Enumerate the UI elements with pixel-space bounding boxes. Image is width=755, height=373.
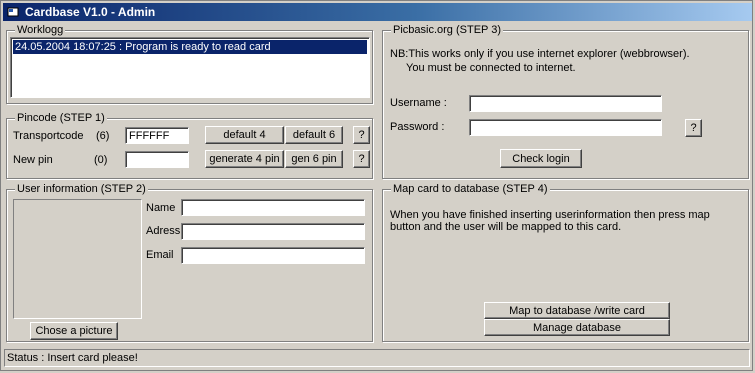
transportcode-count: (6) <box>96 130 110 142</box>
user-picture-box <box>13 199 142 319</box>
picbasic-note-line1: NB:This works only if you use internet e… <box>390 48 690 60</box>
map-to-database-button[interactable]: Map to database /write card <box>484 302 670 319</box>
new-pin-count: (0) <box>94 154 108 166</box>
transportcode-label: Transportcode <box>13 130 84 142</box>
email-input[interactable] <box>181 247 365 264</box>
map-card-legend: Map card to database (STEP 4) <box>391 182 550 196</box>
new-pin-label: New pin <box>13 154 53 166</box>
manage-database-button[interactable]: Manage database <box>484 319 670 336</box>
generate-4-pin-button[interactable]: generate 4 pin <box>205 150 284 168</box>
check-login-button[interactable]: Check login <box>500 149 582 168</box>
new-pin-input[interactable] <box>125 151 189 168</box>
worklog-legend: Worklogg <box>15 23 66 37</box>
email-label: Email <box>146 249 174 261</box>
worklog-item[interactable]: 24.05.2004 18:07:25 : Program is ready t… <box>13 40 367 54</box>
main-window: Cardbase V1.0 - Admin Worklogg 24.05.200… <box>0 0 753 371</box>
title-bar[interactable]: Cardbase V1.0 - Admin <box>3 3 752 21</box>
transportcode-input[interactable] <box>125 127 189 144</box>
password-input[interactable] <box>469 119 662 136</box>
adress-label: Adress <box>146 225 181 237</box>
pincode-help-button-1[interactable]: ? <box>353 126 370 144</box>
name-label: Name <box>146 202 176 214</box>
app-icon <box>7 7 19 17</box>
choose-picture-button[interactable]: Chose a picture <box>30 322 118 340</box>
adress-input[interactable] <box>181 223 365 240</box>
user-info-legend: User information (STEP 2) <box>15 182 148 196</box>
status-bar: Status : Insert card please! <box>4 349 750 367</box>
map-card-desc-line2: button and the user will be mapped to th… <box>390 221 622 233</box>
username-input[interactable] <box>469 95 662 112</box>
picbasic-legend: Picbasic.org (STEP 3) <box>391 23 504 37</box>
worklog-list[interactable]: 24.05.2004 18:07:25 : Program is ready t… <box>10 37 370 98</box>
pincode-help-button-2[interactable]: ? <box>353 150 370 168</box>
picbasic-help-button[interactable]: ? <box>685 119 702 137</box>
password-label: Password : <box>390 121 445 133</box>
default-4-button[interactable]: default 4 <box>205 126 284 144</box>
picbasic-note-line2: You must be connected to internet. <box>406 62 576 74</box>
name-input[interactable] <box>181 199 365 216</box>
pincode-legend: Pincode (STEP 1) <box>15 111 107 125</box>
username-label: Username : <box>390 97 447 109</box>
window-title: Cardbase V1.0 - Admin <box>25 5 156 19</box>
gen-6-pin-button[interactable]: gen 6 pin <box>285 150 343 168</box>
default-6-button[interactable]: default 6 <box>285 126 343 144</box>
status-text: Status : Insert card please! <box>7 352 138 364</box>
